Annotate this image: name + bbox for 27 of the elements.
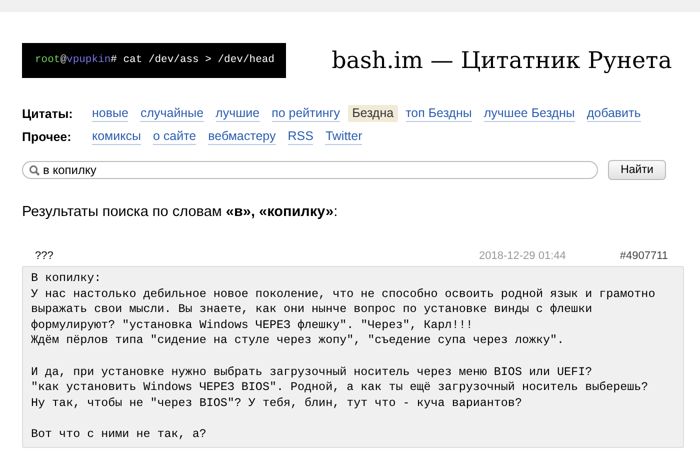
nav-link[interactable]: добавить: [586, 105, 641, 122]
nav-link[interactable]: вебмастеру: [208, 128, 276, 145]
nav-link[interactable]: новые: [92, 105, 128, 122]
nav-link[interactable]: по рейтингу: [272, 105, 340, 122]
site-logo[interactable]: root@vpupkin# cat /dev/ass > /dev/head: [22, 43, 286, 78]
nav-label: Цитаты:: [22, 106, 74, 120]
quote-rating[interactable]: ???: [35, 250, 54, 262]
quote-date: 2018-12-29 01:44: [479, 250, 566, 262]
nav-link[interactable]: Twitter: [325, 128, 362, 145]
quote-paragraph: И да, при установке нужно выбрать загрузочный носитель через меню BIOS или UEFI? "как установить Windows ЧЕРЕЗ BIOS". Родной, а как ты ещё загрузочный носитель выберешь? Ну так, чтобы не "через BIOS"? У тебя, блин, тут что - куча вариантов?: [31, 364, 650, 412]
nav-link[interactable]: лучшие: [216, 105, 260, 122]
site-title: bash.im — Цитатник Рунета: [332, 48, 672, 74]
nav-label: Прочее:: [22, 130, 72, 144]
nav-link[interactable]: о сайте: [152, 128, 196, 145]
nav-link[interactable]: топ Бездны: [406, 105, 472, 122]
search-button[interactable]: Найти: [608, 160, 666, 180]
results-heading: Результаты поиска по словам «в», «копилку»:: [22, 204, 339, 220]
search-field[interactable]: в копилку: [22, 161, 598, 179]
search-icon: [29, 165, 40, 176]
nav-link[interactable]: случайные: [140, 105, 204, 122]
quote-paragraph: Вот что с ними не так, а?: [31, 426, 208, 443]
nav-link[interactable]: комиксы: [92, 128, 141, 145]
nav-link[interactable]: RSS: [288, 128, 314, 145]
quote-paragraph: В копилку: У нас настолько дебильное новое поколение, что не способно освоить родной язык и грамотно выражать свои мысли. Вы знаете, как они нынче вопрос по установке винды с флешки формулируют? "установка Windows ЧЕРЕЗ флешку". "Через", Карл!!! Ждём пёрлов типа "сидение на стуле через жопу", "съедение супа через ложку".: [31, 271, 656, 349]
quote-id[interactable]: #4907711: [620, 250, 668, 262]
nav-link[interactable]: лучшее Бездны: [484, 105, 575, 122]
nav-link[interactable]: Бездна: [348, 105, 398, 122]
